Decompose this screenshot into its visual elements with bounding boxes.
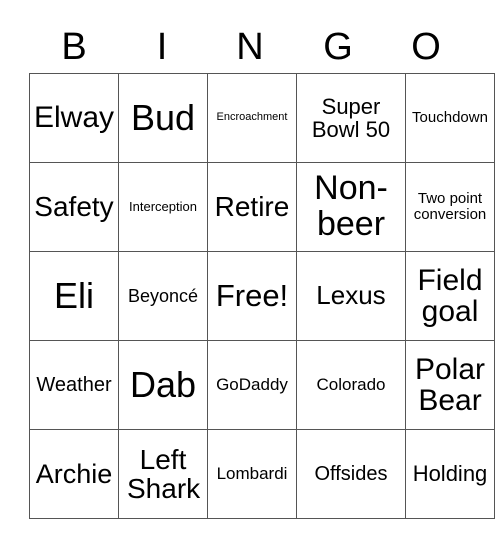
bingo-cell[interactable]: Holding bbox=[405, 429, 495, 519]
bingo-cell[interactable]: Beyoncé bbox=[118, 251, 208, 341]
bingo-cell[interactable]: Field goal bbox=[405, 251, 495, 341]
bingo-cell[interactable]: Non-beer bbox=[296, 162, 406, 252]
bingo-cell[interactable]: Polar Bear bbox=[405, 340, 495, 430]
header-letter-n: N bbox=[236, 26, 264, 68]
bingo-cell[interactable]: Archie bbox=[29, 429, 119, 519]
header-letter-b: B bbox=[61, 26, 87, 68]
bingo-cell[interactable]: Bud bbox=[118, 73, 208, 163]
bingo-cell[interactable]: Eli bbox=[29, 251, 119, 341]
bingo-cell[interactable]: Offsides bbox=[296, 429, 406, 519]
bingo-cell[interactable]: Touchdown bbox=[405, 73, 495, 163]
bingo-cell[interactable]: Encroachment bbox=[207, 73, 297, 163]
bingo-cell[interactable]: Lexus bbox=[296, 251, 406, 341]
bingo-cell[interactable]: Safety bbox=[29, 162, 119, 252]
bingo-cell[interactable]: GoDaddy bbox=[207, 340, 297, 430]
grid-row: Eli Beyoncé Free! Lexus Field goal bbox=[29, 251, 495, 341]
header-letter-i: I bbox=[156, 26, 168, 68]
bingo-cell[interactable]: Lombardi bbox=[207, 429, 297, 519]
grid-row: Weather Dab GoDaddy Colorado Polar Bear bbox=[29, 340, 495, 430]
header-letter-g: G bbox=[323, 26, 353, 68]
bingo-cell[interactable]: Elway bbox=[29, 73, 119, 163]
bingo-header: B I N G O bbox=[30, 22, 470, 72]
bingo-cell[interactable]: Retire bbox=[207, 162, 297, 252]
header-letter-o: O bbox=[411, 26, 441, 68]
bingo-cell[interactable]: Interception bbox=[118, 162, 208, 252]
bingo-grid: Elway Bud Encroachment Super Bowl 50 Tou… bbox=[29, 73, 495, 519]
bingo-cell[interactable]: Colorado bbox=[296, 340, 406, 430]
bingo-cell[interactable]: Weather bbox=[29, 340, 119, 430]
bingo-cell[interactable]: Free! bbox=[207, 251, 297, 341]
bingo-cell[interactable]: Left Shark bbox=[118, 429, 208, 519]
grid-row: Safety Interception Retire Non-beer Two … bbox=[29, 162, 495, 252]
grid-row: Archie Left Shark Lombardi Offsides Hold… bbox=[29, 429, 495, 519]
grid-row: Elway Bud Encroachment Super Bowl 50 Tou… bbox=[29, 73, 495, 163]
bingo-cell[interactable]: Dab bbox=[118, 340, 208, 430]
bingo-cell[interactable]: Super Bowl 50 bbox=[296, 73, 406, 163]
bingo-cell[interactable]: Two point conversion bbox=[405, 162, 495, 252]
